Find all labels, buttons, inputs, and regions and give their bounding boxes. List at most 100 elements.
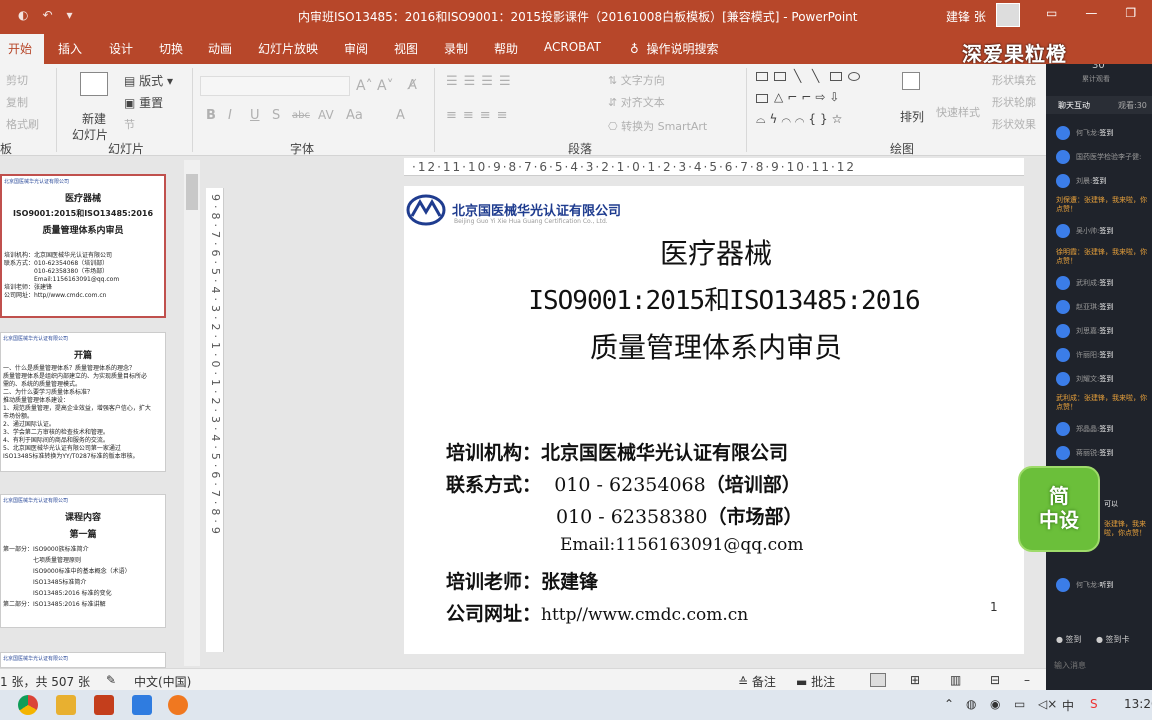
- normal-view-button[interactable]: [870, 673, 886, 687]
- cut-button[interactable]: 剪切: [6, 72, 28, 88]
- clock[interactable]: 13:20: [1124, 697, 1152, 711]
- restore-icon[interactable]: ❐: [1125, 6, 1136, 20]
- reset-button[interactable]: ▣ 重置: [124, 94, 163, 111]
- line-shape-icon[interactable]: ╲: [812, 69, 819, 83]
- reading-view-button[interactable]: ▥: [950, 673, 961, 687]
- slide-canvas[interactable]: 北京国医械华光认证有限公司 Beijing Guo Yi Xie Hua Gua…: [404, 186, 1024, 654]
- copy-button[interactable]: 复制: [6, 94, 28, 110]
- tab-design[interactable]: 设计: [109, 40, 133, 57]
- textbox-shape-icon[interactable]: [774, 72, 786, 81]
- minimize-icon[interactable]: —: [1085, 6, 1097, 20]
- group-divider: [192, 68, 193, 152]
- tab-slideshow[interactable]: 幻灯片放映: [258, 40, 318, 57]
- app-icon[interactable]: [168, 695, 188, 715]
- char-spacing-icon[interactable]: AV: [318, 108, 334, 122]
- tab-transitions[interactable]: 切换: [159, 40, 183, 57]
- shape-icons-row3[interactable]: ⌓ϟ⌒⌒{}☆: [756, 112, 846, 127]
- text-direction-button[interactable]: ⇅ 文字方向: [608, 72, 665, 88]
- signin-button[interactable]: ● 签到: [1056, 634, 1082, 645]
- tray-app-icon[interactable]: ◍: [966, 697, 976, 711]
- shapes-gallery[interactable]: ╲ ╲ △⌐⌐⇨⇩ ⌓ϟ⌒⌒{}☆: [756, 69, 886, 132]
- ime-indicator[interactable]: 中: [1062, 697, 1074, 714]
- app-icon[interactable]: [132, 695, 152, 715]
- slide-thumbnail-2[interactable]: 北京国医械华光认证有限公司 开篇 一、什么是质量管理体系？质量管理体系的理念？ …: [0, 332, 166, 472]
- grow-font-icon[interactable]: A˄ A˅: [356, 78, 394, 94]
- sogou-icon[interactable]: S: [1090, 697, 1098, 711]
- tab-viewers[interactable]: 观看:30: [1118, 100, 1147, 111]
- slide-thumbnail-3[interactable]: 北京国医械华光认证有限公司 课程内容 第一篇 第一部分：ISO9000族标准简介…: [0, 494, 166, 628]
- scrollbar-thumb[interactable]: [186, 174, 198, 210]
- shape-fill-button[interactable]: 形状填充: [992, 72, 1036, 88]
- user-name[interactable]: 建锋 张: [946, 8, 986, 25]
- shape-icons-row2[interactable]: △⌐⌐⇨⇩: [774, 90, 843, 104]
- undo-icon[interactable]: ↶: [42, 8, 52, 22]
- font-name-select[interactable]: [200, 76, 350, 96]
- align-text-button[interactable]: ⇵ 对齐文本: [608, 94, 665, 110]
- align-icons[interactable]: ≡≡≡≡: [446, 108, 514, 123]
- bold-button[interactable]: B: [206, 108, 216, 123]
- tray-app-icon[interactable]: ◉: [990, 697, 1000, 711]
- slide-thumbnail-pane: 北京国医械华光认证有限公司 医疗器械 ISO9001:2015和ISO13485…: [0, 156, 200, 668]
- network-icon[interactable]: ▭: [1014, 697, 1025, 711]
- line-shape-icon[interactable]: ╲: [794, 69, 801, 83]
- change-case-icon[interactable]: Aa: [346, 108, 363, 123]
- chat-input[interactable]: 输入消息: [1054, 660, 1086, 671]
- format-painter-button[interactable]: 格式刷: [6, 116, 39, 132]
- font-color-icon[interactable]: A: [396, 108, 405, 123]
- comments-button[interactable]: ▬ 批注: [796, 673, 835, 690]
- textbox-shape-icon[interactable]: [756, 72, 768, 81]
- quick-styles-button[interactable]: 快速样式: [936, 104, 980, 120]
- tray-expand-icon[interactable]: ⌃: [944, 697, 954, 711]
- rectangle-shape-icon[interactable]: [756, 94, 768, 103]
- comments-label: 批注: [811, 675, 836, 689]
- arrange-button[interactable]: 排列: [898, 70, 928, 130]
- tab-view[interactable]: 视图: [394, 40, 418, 57]
- underline-button[interactable]: U: [250, 108, 260, 123]
- customize-qat-icon[interactable]: ▾: [67, 8, 73, 22]
- chrome-icon[interactable]: [18, 695, 38, 715]
- slide-thumbnail-4[interactable]: 北京国医械华光认证有限公司: [0, 652, 166, 668]
- new-slide-button[interactable]: 新建 幻灯片: [72, 70, 116, 142]
- ribbon-display-icon[interactable]: ▭: [1046, 6, 1057, 20]
- font-group-label: 字体: [290, 142, 315, 156]
- oval-shape-icon[interactable]: [848, 72, 860, 81]
- notes-button[interactable]: ≙ 备注: [738, 673, 776, 690]
- slides-group-label: 幻灯片: [108, 142, 145, 156]
- slide-sorter-button[interactable]: ⊞: [910, 673, 920, 687]
- thumbnail-scrollbar[interactable]: [184, 160, 200, 666]
- slide-thumbnail-1[interactable]: 北京国医械华光认证有限公司 医疗器械 ISO9001:2015和ISO13485…: [0, 174, 166, 318]
- language-indicator[interactable]: 中文(中国): [134, 673, 191, 690]
- tab-help[interactable]: 帮助: [494, 40, 518, 57]
- shape-effects-button[interactable]: 形状效果: [992, 116, 1036, 132]
- zoom-out-button[interactable]: –: [1024, 673, 1030, 687]
- smartart-button[interactable]: ⎔ 转换为 SmartArt: [608, 118, 707, 134]
- slideshow-button[interactable]: ⊟: [990, 673, 1000, 687]
- tab-animations[interactable]: 动画: [208, 40, 232, 57]
- thumbnail-title: 第一篇: [69, 530, 97, 540]
- rectangle-shape-icon[interactable]: [830, 72, 842, 81]
- save-icon[interactable]: ◐: [18, 8, 28, 22]
- volume-icon[interactable]: ◁×: [1038, 697, 1057, 711]
- spellcheck-icon[interactable]: ✎: [106, 673, 116, 687]
- avatar[interactable]: [996, 3, 1020, 27]
- powerpoint-icon[interactable]: [94, 695, 114, 715]
- clear-format-icon[interactable]: A̸: [408, 78, 417, 93]
- section-button[interactable]: 节: [124, 116, 135, 132]
- company-name-en: Beijing Guo Yi Xie Hua Guang Certificati…: [454, 218, 608, 225]
- tell-me-search[interactable]: ♁ 操作说明搜索: [630, 40, 718, 57]
- layout-button[interactable]: ▤ 版式 ▾: [124, 72, 173, 89]
- file-explorer-icon[interactable]: [56, 695, 76, 715]
- chat-text: 签到: [1092, 177, 1107, 185]
- tab-acrobat[interactable]: ACROBAT: [544, 40, 601, 54]
- tab-record[interactable]: 录制: [444, 40, 468, 57]
- shadow-button[interactable]: S: [272, 108, 280, 123]
- italic-button[interactable]: I: [228, 108, 232, 123]
- tab-home[interactable]: 开始: [0, 34, 44, 64]
- strikethrough-button[interactable]: abc: [292, 110, 310, 121]
- tab-chat[interactable]: 聊天互动: [1058, 100, 1090, 111]
- tab-review[interactable]: 审阅: [344, 40, 368, 57]
- list-icons[interactable]: ☰☰☰☰: [446, 74, 517, 89]
- shape-outline-button[interactable]: 形状轮廓: [992, 94, 1036, 110]
- tab-insert[interactable]: 插入: [58, 40, 82, 57]
- signin-card-button[interactable]: ● 签到卡: [1096, 634, 1130, 645]
